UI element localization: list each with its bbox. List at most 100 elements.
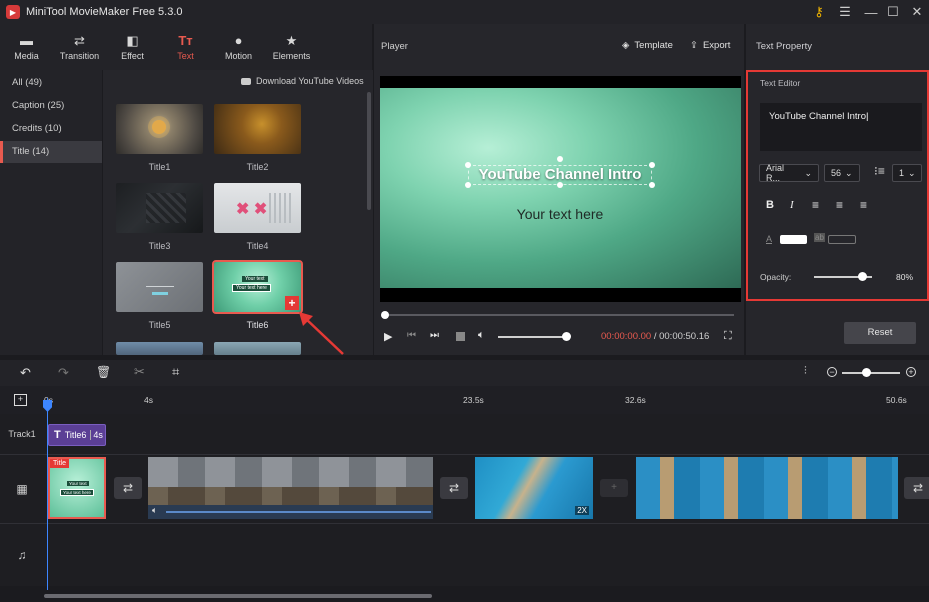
italic-button[interactable]: I [790,199,794,211]
thumbnail-title2[interactable] [214,104,301,154]
next-frame-button[interactable]: ⏭ [430,330,439,341]
tab-elements[interactable]: ★ Elements [265,24,318,70]
zoom-out-icon[interactable]: − [827,367,837,377]
line-spacing-select[interactable]: 1 ⌄ [892,164,922,182]
thumbnail-title8[interactable] [214,342,301,355]
category-credits[interactable]: Credits (10) [0,118,102,140]
pink-cross-icon: ✖ ✖ [236,201,268,218]
video-frame: YouTube Channel Intro Your text here [380,76,741,302]
tab-motion[interactable]: ● Motion [212,24,265,70]
time-display: 00:00:00.00 / 00:00:50.16 [601,331,709,342]
chevron-down-icon: ⌄ [845,167,853,178]
title-clip-tag: Title [50,459,69,468]
playback-progress-handle[interactable] [381,311,389,319]
add-to-timeline-button[interactable]: + [285,296,299,310]
thumbnail-label: Title4 [246,241,269,251]
timeline-scrollbar[interactable] [44,594,432,598]
library-scrollbar[interactable] [367,92,371,210]
key-icon[interactable]: ⚷ [806,0,832,24]
fullscreen-icon[interactable]: ⛶ [724,330,732,343]
font-select[interactable]: Arial R... ⌄ [759,163,819,183]
video-main-text[interactable]: YouTube Channel Intro [468,166,652,183]
category-title[interactable]: Title (14) [0,141,102,163]
video-sub-text[interactable]: Your text here [468,206,652,222]
video-clip-balloons[interactable]: 🔈︎ [148,457,433,519]
timeline-ruler[interactable]: + 0s 4s 23.5s 32.6s 50.6s [0,386,929,414]
track1-label: Track1 [8,429,36,439]
background-color-swatch[interactable] [828,235,856,244]
text-clip-label: Title6 [64,430,87,440]
thumbnail-title1[interactable] [116,104,203,154]
video-canvas: YouTube Channel Intro Your text here [380,88,741,288]
align-center-icon[interactable]: ≡ [836,198,843,212]
thumbnail-title5[interactable] [116,262,203,312]
opacity-slider-handle[interactable] [858,272,867,281]
download-youtube-link[interactable]: Download YouTube Videos [241,76,364,86]
add-track-icon[interactable]: + [14,394,27,406]
transition-slot[interactable]: ⇄ [440,477,468,499]
tab-effect[interactable]: ◧ Effect [106,24,159,70]
export-label: Export [702,40,731,51]
export-button[interactable]: ⇪ Export [690,40,730,51]
video-clip-coast-1[interactable]: 2X [475,457,593,519]
previous-frame-button[interactable]: ⏮ [407,330,416,341]
category-all[interactable]: All (49) [0,72,102,94]
text-color-swatch[interactable] [780,235,807,244]
stop-button[interactable] [456,332,465,341]
volume-slider-handle[interactable] [562,332,571,341]
bold-button[interactable]: B [766,199,774,211]
category-caption[interactable]: Caption (25) [0,95,102,117]
playback-progress-bar[interactable] [384,314,734,316]
split-icon[interactable]: ✂ [134,364,145,380]
tab-media[interactable]: ▬ Media [0,24,53,70]
menu-icon[interactable]: ☰ [832,0,858,24]
thumbnail-label: Title6 [246,320,269,330]
download-youtube-label: Download YouTube Videos [256,76,364,86]
elements-icon: ★ [285,33,298,48]
time-total: 00:00:50.16 [659,331,710,342]
template-button[interactable]: ◈ Template [622,40,673,51]
thumbnail-title6[interactable]: Your text Your text here + [212,260,303,314]
redo-icon[interactable]: ↷ [58,365,69,381]
crop-icon[interactable]: ⌗ [172,364,179,380]
text-editor-value: YouTube Channel Intro [769,111,867,122]
thumbnail-label: Title1 [148,162,171,172]
transition-slot[interactable]: ⇄ [114,477,142,499]
volume-slider[interactable] [498,336,566,338]
volume-icon[interactable]: 🔈︎ [478,329,485,342]
play-button[interactable]: ▶ [384,330,392,343]
delete-icon[interactable]: 🗑︎ [96,365,111,379]
text-editor-input[interactable]: YouTube Channel Intro| [760,103,922,151]
zoom-slider-handle[interactable] [862,368,871,377]
undo-icon[interactable]: ↶ [20,365,31,381]
text-clip[interactable]: T Title6 4s [48,424,106,446]
template-label: Template [634,40,673,51]
title6-preview-line1: Your text [242,276,268,282]
title-clip-line1: Your text [67,481,89,486]
maximize-button[interactable]: ☐ [880,0,906,24]
tab-text[interactable]: Tт Text [159,24,212,70]
tab-text-label: Text [177,51,194,61]
layers-icon: ◈ [622,40,630,51]
thumbnail-title7[interactable] [116,342,203,355]
video-clip-coast-2[interactable] [636,457,898,519]
thumbnail-title3[interactable] [116,183,203,233]
thumbnail-title4[interactable]: ✖ ✖ [214,183,301,233]
reset-button[interactable]: Reset [844,322,916,344]
fit-timeline-icon[interactable]: ⫶ [804,365,807,378]
music-note-icon: ♫ [17,548,27,562]
video-track-icon: ▦ [16,482,28,496]
empty-transition-slot[interactable]: + [600,479,628,497]
transition-slot[interactable]: ⇄ [904,477,929,499]
resize-handle[interactable] [557,156,563,162]
font-size-select[interactable]: 56 ⌄ [824,164,860,182]
align-right-icon[interactable]: ≡ [860,198,867,212]
align-left-icon[interactable]: ≡ [812,198,819,212]
chevron-down-icon: ⌄ [908,167,916,178]
zoom-in-icon[interactable]: + [906,367,916,377]
title-clip[interactable]: Title Your text Your text here [48,457,106,519]
folder-icon: ▬ [20,33,33,48]
close-button[interactable]: ✕ [904,0,929,24]
zoom-slider[interactable] [842,372,900,374]
tab-transition[interactable]: ⇄ Transition [53,24,106,70]
